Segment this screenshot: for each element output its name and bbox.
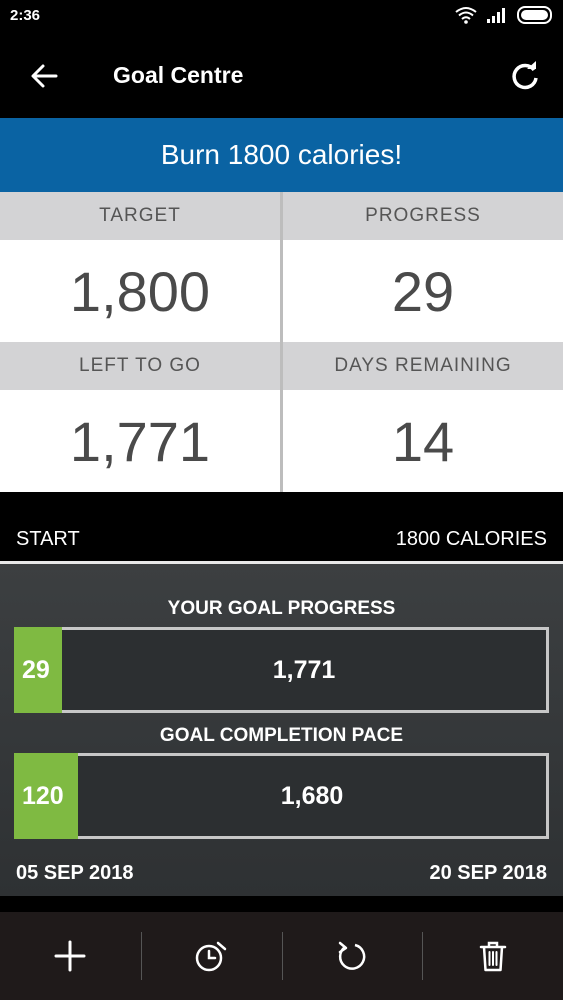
refresh-icon[interactable] [509, 60, 541, 92]
status-time: 2:36 [10, 7, 41, 24]
page-title: Goal Centre [113, 62, 244, 88]
days-remaining-value: 14 [283, 390, 563, 492]
completion-pace-remaining: 1,680 [280, 781, 344, 810]
left-to-go-label: LEFT TO GO [0, 342, 280, 390]
completion-pace-done: 120 [14, 753, 78, 839]
reset-icon [338, 941, 366, 970]
progress-panel: YOUR GOAL PROGRESS 29 1,771 GOAL COMPLET… [0, 564, 563, 896]
reset-button[interactable] [281, 912, 423, 1000]
goal-progress-remaining: 1,771 [272, 655, 336, 684]
progress-card: PROGRESS 29 [283, 192, 563, 342]
wifi-icon [455, 7, 477, 24]
completion-pace-bar: 120 1,680 [14, 753, 549, 839]
range-row: START 1800 CALORIES [0, 515, 563, 563]
plus-icon [54, 940, 86, 972]
bottom-toolbar [0, 912, 563, 1000]
trash-icon [479, 941, 506, 972]
delete-button[interactable] [422, 912, 563, 1000]
stats-grid: TARGET 1,800 PROGRESS 29 LEFT TO GO 1,77… [0, 192, 563, 492]
left-to-go-value: 1,771 [0, 390, 280, 492]
target-value: 1,800 [0, 240, 280, 342]
status-bar: 2:36 [0, 0, 563, 34]
alarm-button[interactable] [140, 912, 282, 1000]
target-card: TARGET 1,800 [0, 192, 280, 342]
progress-value: 29 [283, 240, 563, 342]
add-button[interactable] [0, 912, 141, 1000]
range-start: START [16, 528, 80, 550]
left-to-go-card: LEFT TO GO 1,771 [0, 342, 280, 492]
completion-pace-title: GOAL COMPLETION PACE [159, 725, 404, 746]
battery-icon [517, 6, 552, 24]
days-remaining-label: DAYS REMAINING [283, 342, 563, 390]
range-end: 1800 CALORIES [395, 528, 547, 550]
goal-progress-title: YOUR GOAL PROGRESS [167, 598, 396, 619]
app-bar: Goal Centre [0, 34, 563, 118]
end-date: 20 SEP 2018 [429, 862, 547, 884]
goal-progress-done: 29 [14, 627, 62, 713]
goal-progress-bar: 29 1,771 [14, 627, 549, 713]
goal-banner: Burn 1800 calories! [0, 118, 563, 192]
start-date: 05 SEP 2018 [16, 862, 134, 884]
days-remaining-card: DAYS REMAINING 14 [283, 342, 563, 492]
spacer [0, 896, 563, 912]
alarm-clock-icon [195, 941, 227, 972]
signal-icon [487, 8, 505, 23]
arrow-left-icon[interactable] [28, 60, 60, 92]
progress-label: PROGRESS [283, 192, 563, 240]
status-icons [455, 6, 555, 24]
target-label: TARGET [0, 192, 280, 240]
